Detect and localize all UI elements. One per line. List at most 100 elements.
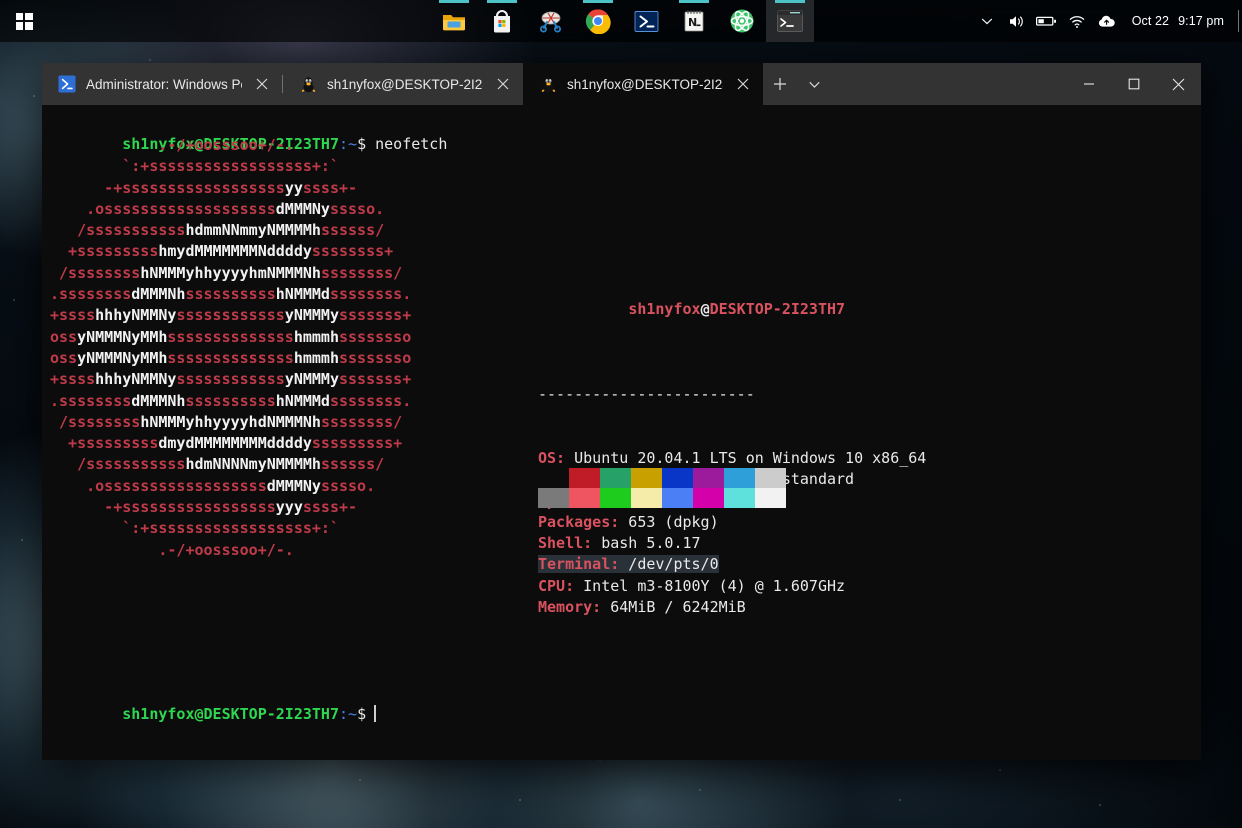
chevron-down-icon bbox=[808, 78, 821, 91]
tab-title: sh1nyfox@DESKTOP-2I23TH7: ~ bbox=[567, 77, 723, 92]
window-controls bbox=[1066, 63, 1201, 105]
chrome-icon bbox=[585, 8, 611, 34]
new-tab-button[interactable] bbox=[763, 63, 797, 105]
info-key: OS: bbox=[538, 449, 565, 467]
file-explorer-icon bbox=[441, 8, 467, 34]
ascii-art-line: -+sssssssssssssssssyyyssss+- bbox=[50, 497, 411, 518]
chevron-up-icon bbox=[980, 14, 994, 28]
minimize-icon bbox=[1083, 78, 1095, 90]
system-tray: Oct 22 9:17 pm bbox=[972, 0, 1242, 42]
powershell-icon bbox=[58, 75, 76, 93]
text-cursor bbox=[374, 705, 376, 722]
ascii-art-line: +ssssssssshmydMMMMMMMNddddyssssssss+ bbox=[50, 241, 411, 262]
taskbar-item-notepad[interactable]: N bbox=[670, 0, 718, 42]
taskbar-item-windows-powershell[interactable] bbox=[622, 0, 670, 42]
onedrive-button[interactable] bbox=[1092, 0, 1122, 42]
palette-row-normal bbox=[538, 468, 786, 488]
windows-logo-icon bbox=[16, 13, 33, 30]
ascii-art-line: +sssshhhyNMMNyssssssssssssyNMMMysssssss+ bbox=[50, 305, 411, 326]
info-key: Packages: bbox=[538, 513, 619, 531]
snipping-tool-icon bbox=[537, 8, 564, 34]
info-value: /dev/pts/0 bbox=[619, 555, 718, 573]
taskbar-item-microsoft-store[interactable] bbox=[478, 0, 526, 42]
info-title: sh1nyfox@DESKTOP-2I23TH7 bbox=[538, 278, 926, 342]
windows-terminal-window: Administrator: Windows PowerS bbox=[42, 63, 1201, 760]
show-desktop-button[interactable] bbox=[1238, 10, 1239, 32]
battery-button[interactable] bbox=[1032, 0, 1062, 42]
linux-tux-icon bbox=[299, 75, 317, 93]
ascii-art-line: /sssssssshNMMMyhhyyyyhmNMMMNhssssssss/ bbox=[50, 263, 411, 284]
taskbar-app-list: N bbox=[430, 0, 814, 42]
windows-terminal-icon bbox=[777, 10, 803, 32]
tab-title: sh1nyfox@DESKTOP-2I23TH7: / bbox=[327, 77, 483, 92]
cloud-upload-icon bbox=[1097, 14, 1117, 29]
ascii-art-line: +sssshhhyNMMNyssssssssssssyNMMMysssssss+ bbox=[50, 369, 411, 390]
palette-row-bright bbox=[538, 488, 786, 508]
linux-tux-icon bbox=[539, 75, 557, 93]
ascii-art-line: `:+ssssssssssssssssss+:` bbox=[50, 518, 411, 539]
info-row: CPU: Intel m3-8100Y (4) @ 1.607GHz bbox=[538, 576, 926, 597]
ascii-art-line: .ssssssssdMMMNhsssssssssshNMMMdssssssss. bbox=[50, 391, 411, 412]
tab-close-button[interactable] bbox=[489, 70, 517, 98]
clock[interactable]: Oct 22 9:17 pm bbox=[1122, 14, 1238, 28]
palette-swatch bbox=[569, 468, 600, 488]
info-key: Memory: bbox=[538, 598, 601, 616]
ascii-art-line: -+ssssssssssssssssssyyssss+- bbox=[50, 178, 411, 199]
ascii-art-line: .-/+oosssoo+/-. bbox=[50, 540, 411, 561]
tab-close-button[interactable] bbox=[729, 70, 757, 98]
info-value: 64MiB / 6242MiB bbox=[601, 598, 746, 616]
info-row: Memory: 64MiB / 6242MiB bbox=[538, 597, 926, 618]
minimize-button[interactable] bbox=[1066, 63, 1111, 105]
info-row: Terminal: /dev/pts/0 bbox=[538, 554, 926, 575]
palette-swatch bbox=[600, 468, 631, 488]
powershell-icon bbox=[634, 9, 659, 34]
palette-swatch bbox=[693, 488, 724, 508]
battery-icon bbox=[1036, 14, 1057, 28]
taskbar-item-windows-terminal[interactable] bbox=[766, 0, 814, 42]
volume-button[interactable] bbox=[1002, 0, 1032, 42]
color-palette-blocks bbox=[538, 468, 786, 508]
start-button[interactable] bbox=[0, 0, 48, 42]
taskbar-item-snipping-tool[interactable] bbox=[526, 0, 574, 42]
close-button[interactable] bbox=[1156, 63, 1201, 105]
clock-time: 9:17 pm bbox=[1178, 14, 1224, 28]
palette-swatch bbox=[755, 468, 786, 488]
neofetch-info-block: sh1nyfox@DESKTOP-2I23TH7 ---------------… bbox=[538, 235, 926, 661]
tab-powershell[interactable]: Administrator: Windows PowerS bbox=[42, 63, 282, 105]
final-prompt-sigil: $ bbox=[357, 705, 366, 723]
window-titlebar[interactable]: Administrator: Windows PowerS bbox=[42, 63, 1201, 105]
taskbar-item-atom-editor[interactable] bbox=[718, 0, 766, 42]
info-key: CPU: bbox=[538, 577, 574, 595]
palette-swatch bbox=[662, 468, 693, 488]
show-hidden-icons-button[interactable] bbox=[972, 0, 1002, 42]
ascii-art-line: /sssssssshNMMMyhhyyyyhdNMMMNhssssssss/ bbox=[50, 412, 411, 433]
tab-ubuntu-root[interactable]: sh1nyfox@DESKTOP-2I23TH7: / bbox=[283, 63, 523, 105]
palette-swatch bbox=[631, 488, 662, 508]
terminal-output-area[interactable]: sh1nyfox@DESKTOP-2I23TH7:~$ neofetch .-/… bbox=[42, 105, 1201, 760]
palette-swatch bbox=[724, 488, 755, 508]
ascii-art-line: .osssssssssssssssssssdMMMNysssso. bbox=[50, 199, 411, 220]
close-icon bbox=[497, 78, 509, 90]
taskbar-item-file-explorer[interactable] bbox=[430, 0, 478, 42]
notepad-icon: N bbox=[682, 8, 706, 34]
info-key: Shell: bbox=[538, 534, 592, 552]
palette-swatch bbox=[600, 488, 631, 508]
taskbar-item-google-chrome[interactable] bbox=[574, 0, 622, 42]
info-title-user: sh1nyfox bbox=[628, 300, 700, 318]
network-button[interactable] bbox=[1062, 0, 1092, 42]
tab-close-button[interactable] bbox=[248, 70, 276, 98]
palette-swatch bbox=[538, 488, 569, 508]
tab-dropdown-button[interactable] bbox=[797, 63, 831, 105]
info-value: Intel m3-8100Y (4) @ 1.607GHz bbox=[574, 577, 845, 595]
taskbar: N bbox=[0, 0, 1242, 42]
info-title-at: @ bbox=[701, 300, 710, 318]
maximize-button[interactable] bbox=[1111, 63, 1156, 105]
ascii-art-line: +sssssssssdmydMMMMMMMMddddysssssssss+ bbox=[50, 433, 411, 454]
final-prompt-user-host: sh1nyfox@DESKTOP-2I23TH7 bbox=[122, 705, 339, 723]
plus-icon bbox=[773, 77, 787, 91]
maximize-icon bbox=[1128, 78, 1140, 90]
info-key: Terminal: bbox=[538, 555, 619, 573]
close-icon bbox=[1172, 78, 1185, 91]
ascii-art-line: .-/+oosssoo+/-. bbox=[50, 135, 411, 156]
tab-ubuntu-home[interactable]: sh1nyfox@DESKTOP-2I23TH7: ~ bbox=[523, 63, 763, 105]
